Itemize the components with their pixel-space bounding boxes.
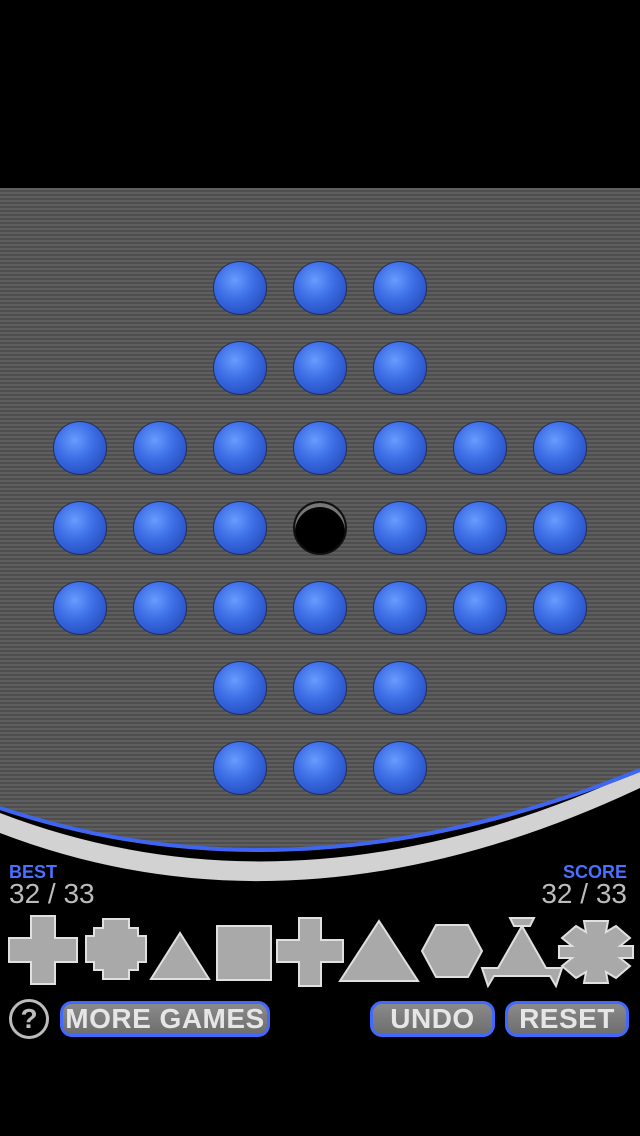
peg[interactable] <box>293 261 347 315</box>
peg[interactable] <box>133 421 187 475</box>
peg[interactable] <box>533 501 587 555</box>
best-value: 32 / 33 <box>9 878 95 909</box>
peg[interactable] <box>373 581 427 635</box>
peg[interactable] <box>53 421 107 475</box>
more-games-button[interactable]: MORE GAMES <box>60 1001 270 1037</box>
peg[interactable] <box>373 661 427 715</box>
peg[interactable] <box>373 741 427 795</box>
peg[interactable] <box>293 421 347 475</box>
octagon-icon[interactable] <box>83 916 149 982</box>
peg[interactable] <box>533 421 587 475</box>
peg[interactable] <box>373 501 427 555</box>
peg[interactable] <box>133 581 187 635</box>
undo-button[interactable]: UNDO <box>370 1001 495 1037</box>
empty-hole[interactable] <box>293 501 347 555</box>
hexagon-icon[interactable] <box>419 922 485 980</box>
large-triangle-icon[interactable] <box>337 918 421 984</box>
peg[interactable] <box>293 341 347 395</box>
peg[interactable] <box>213 661 267 715</box>
peg[interactable] <box>213 581 267 635</box>
peg[interactable] <box>213 501 267 555</box>
peg[interactable] <box>213 261 267 315</box>
peg[interactable] <box>373 341 427 395</box>
star-triangle-icon[interactable] <box>480 916 564 988</box>
small-triangle-icon[interactable] <box>148 930 212 982</box>
square-icon[interactable] <box>215 924 273 982</box>
peg[interactable] <box>533 581 587 635</box>
score-value: 32 / 33 <box>541 878 627 909</box>
help-button[interactable]: ? <box>9 999 49 1039</box>
peg[interactable] <box>53 501 107 555</box>
peg[interactable] <box>293 661 347 715</box>
peg[interactable] <box>373 421 427 475</box>
reset-button[interactable]: RESET <box>505 1001 629 1037</box>
peg[interactable] <box>53 581 107 635</box>
peg[interactable] <box>213 341 267 395</box>
peg[interactable] <box>453 581 507 635</box>
board-shape-selector <box>0 910 640 994</box>
game-board <box>0 188 640 908</box>
peg[interactable] <box>293 741 347 795</box>
peg[interactable] <box>293 581 347 635</box>
peg[interactable] <box>213 421 267 475</box>
peg[interactable] <box>133 501 187 555</box>
peg[interactable] <box>453 421 507 475</box>
peg[interactable] <box>213 741 267 795</box>
large-cross-icon[interactable] <box>7 914 79 986</box>
peg[interactable] <box>373 261 427 315</box>
peg[interactable] <box>453 501 507 555</box>
gear-icon[interactable] <box>556 918 636 986</box>
thin-cross-icon[interactable] <box>275 916 345 988</box>
